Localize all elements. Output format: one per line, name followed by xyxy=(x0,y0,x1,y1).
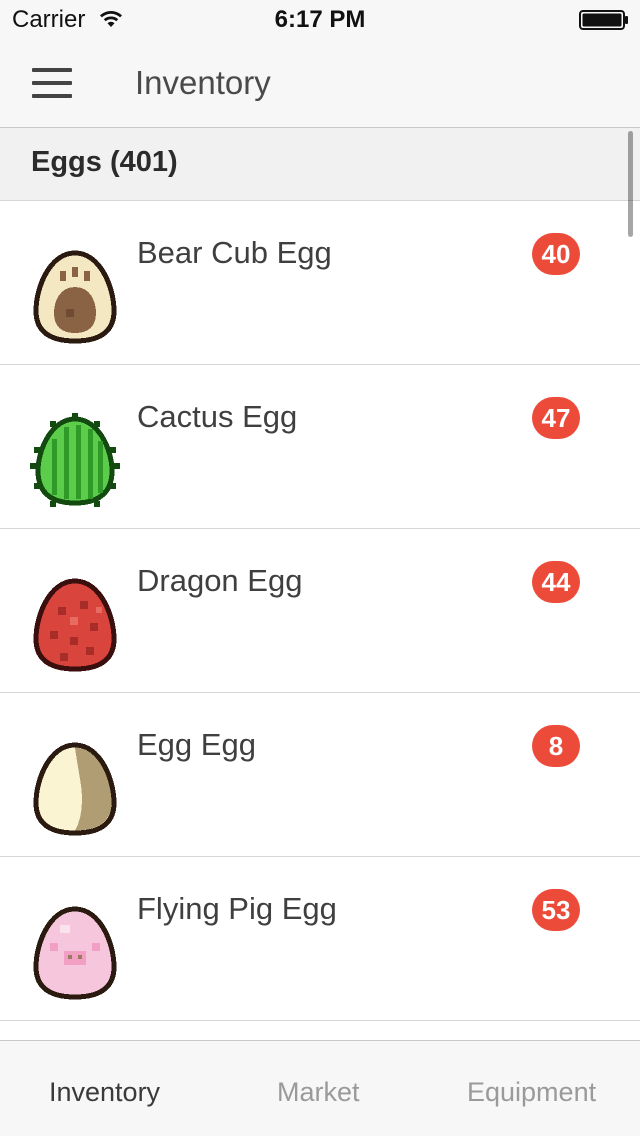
section-title: Eggs (401) xyxy=(31,146,178,178)
count-badge: 53 xyxy=(532,889,580,931)
bear-cub-egg-icon xyxy=(33,250,117,344)
battery-icon xyxy=(579,10,628,30)
tab-inventory[interactable]: Inventory xyxy=(49,1077,160,1108)
count-badge: 47 xyxy=(532,397,580,439)
item-name: Egg Egg xyxy=(137,727,256,762)
hamburger-menu-icon[interactable] xyxy=(32,68,72,100)
item-name: Dragon Egg xyxy=(137,563,303,598)
flying-pig-egg-icon xyxy=(33,906,117,1000)
egg-egg-icon xyxy=(33,742,117,836)
status-time: 6:17 PM xyxy=(274,6,366,33)
tab-bar: Inventory Market Equipment xyxy=(0,1040,640,1136)
list-item-cactus-egg[interactable]: Cactus Egg 47 xyxy=(0,365,640,529)
item-name: Bear Cub Egg xyxy=(137,235,332,270)
item-name: Cactus Egg xyxy=(137,399,298,434)
count-badge: 44 xyxy=(532,561,580,603)
navigation-bar: Inventory xyxy=(0,40,640,128)
section-header: Eggs (401) xyxy=(0,128,640,201)
page-title: Inventory xyxy=(135,64,271,101)
list-item-dragon-egg[interactable]: Dragon Egg 44 xyxy=(0,529,640,693)
inventory-list: Bear Cub Egg 40 Cactus Egg 47 Dragon Egg… xyxy=(0,201,640,1136)
list-item-bear-cub-egg[interactable]: Bear Cub Egg 40 xyxy=(0,201,640,365)
tab-equipment[interactable]: Equipment xyxy=(467,1077,596,1108)
tab-market[interactable]: Market xyxy=(277,1077,360,1108)
count-badge: 40 xyxy=(532,233,580,275)
item-name: Flying Pig Egg xyxy=(137,891,337,926)
dragon-egg-icon xyxy=(33,578,117,672)
list-item-egg-egg[interactable]: Egg Egg 8 xyxy=(0,693,640,857)
list-item-flying-pig-egg[interactable]: Flying Pig Egg 53 xyxy=(0,857,640,1021)
cactus-egg-icon xyxy=(30,413,120,507)
scroll-indicator[interactable] xyxy=(628,131,633,237)
app-screen: Carrier 6:17 PM Inventory Eggs (401) Bea… xyxy=(0,0,640,1136)
count-badge: 8 xyxy=(532,725,580,767)
status-bar: Carrier 6:17 PM xyxy=(0,0,640,40)
